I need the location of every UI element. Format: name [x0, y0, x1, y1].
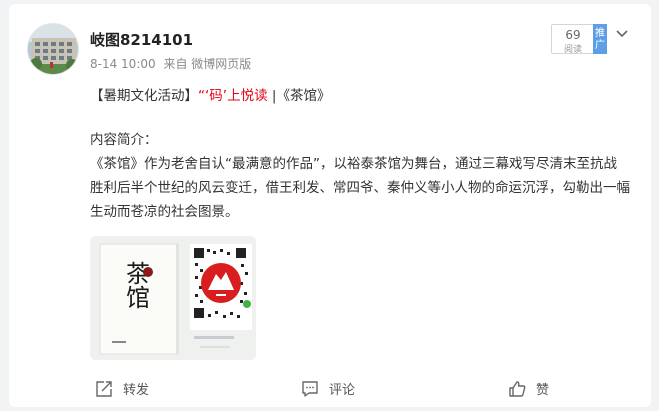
quote-open: “ [198, 88, 205, 104]
post-content: 【暑期文化活动】“‘码’上悦读 |《茶馆》 内容简介： 《茶馆》作为老舍自认“最… [90, 84, 630, 224]
weibo-post-card: 岐图8214101 8-14 10:00 来自 微博网页版 69 阅读 推广 【… [9, 4, 651, 407]
comment-label: 评论 [329, 383, 356, 398]
thumbs-up-icon [509, 380, 526, 397]
repost-icon [96, 380, 112, 397]
post-bracket-title: 【暑期文化活动】 [90, 88, 198, 104]
promote-button[interactable]: 推广 [593, 24, 607, 54]
post-source: 来自 微博网页版 [163, 57, 252, 71]
post-title-line: 【暑期文化活动】“‘码’上悦读 |《茶馆》 [90, 84, 630, 108]
read-label: 阅读 [563, 45, 582, 55]
activity-name[interactable]: ‘码’上悦读 [205, 88, 268, 104]
book-title: 《茶馆》 [276, 88, 331, 104]
read-count: 69 [565, 28, 581, 42]
user-avatar[interactable] [27, 23, 79, 75]
like-button[interactable]: 赞 [508, 370, 549, 407]
comment-icon [302, 380, 318, 397]
repost-button[interactable]: 转发 [95, 370, 149, 407]
post-meta: 8-14 10:00 来自 微博网页版 [90, 55, 255, 72]
post-image[interactable]: 茶 馆 [90, 236, 256, 360]
intro-body: 《茶馆》作为老舍自认“最满意的作品”，以裕泰茶馆为舞台，通过三幕戏写尽清末至抗战… [90, 156, 630, 220]
read-count-badge: 69 阅读 推广 [551, 24, 607, 55]
post-time[interactable]: 8-14 10:00 [90, 57, 156, 71]
username-link[interactable]: 岐图8214101 [90, 29, 193, 50]
intro-heading: 内容简介： [90, 132, 158, 148]
book-cover-title-bottom: 馆 [126, 284, 150, 312]
like-label: 赞 [536, 383, 550, 398]
repost-label: 转发 [123, 383, 150, 398]
action-bar: 转发 评论 赞 [9, 370, 651, 407]
comment-button[interactable]: 评论 [301, 370, 355, 407]
chevron-down-icon[interactable] [615, 26, 629, 40]
